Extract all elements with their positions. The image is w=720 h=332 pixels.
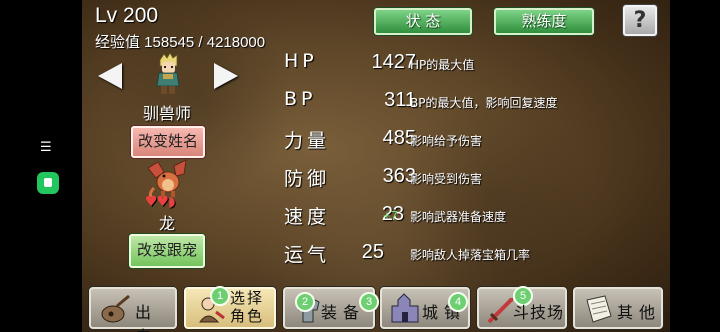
stat-value: 1427 — [371, 51, 417, 73]
lute-icon — [101, 294, 130, 323]
stat-bonus: +7 — [383, 208, 398, 223]
stat-description: 影响受到伤害 — [410, 172, 483, 186]
tab-proficiency[interactable]: 熟练度 — [494, 8, 594, 35]
select-label: 选择 角色 — [230, 289, 264, 325]
stat-row-hp: HP 1427 HP的最大值 — [284, 50, 664, 80]
badge-3: 3 — [359, 292, 379, 312]
app-switch-icon[interactable] — [37, 172, 59, 194]
arena-label: 斗技场 — [513, 303, 565, 322]
stat-name: HP — [284, 50, 318, 72]
stat-row-strength: 力量 485 影响给予伤害 — [284, 126, 664, 156]
stat-row-luck: 运气 25 影响敌人掉落宝箱几率 — [284, 240, 664, 270]
sortie-button[interactable]: 出击 — [89, 287, 177, 332]
stat-description: 影响给予伤害 — [410, 134, 483, 148]
stat-name: 防御 — [284, 168, 331, 190]
town-button[interactable]: 城镇 4 — [380, 287, 470, 329]
pet-affection-hearts: ♥♥◗ — [145, 194, 176, 210]
badge-1: 1 — [210, 286, 230, 306]
scroll-icon — [586, 295, 612, 323]
other-button[interactable]: 其他 — [573, 287, 663, 329]
exp-label: 经验值 158545 / 4218000 — [95, 34, 266, 51]
stat-description: HP的最大值 — [410, 58, 475, 72]
tab-status[interactable]: 状 态 — [374, 8, 472, 35]
badge-2: 2 — [295, 292, 315, 312]
help-button[interactable]: ? — [623, 5, 657, 36]
system-sidebar: ☰ — [0, 0, 82, 332]
stat-name: BP — [284, 88, 317, 110]
stat-value: 363 — [382, 165, 416, 187]
stat-name: 速度 — [284, 206, 331, 228]
pet-name: 龙 — [158, 214, 175, 233]
sortie-label: 出击 — [135, 303, 158, 332]
hero-sprite — [156, 52, 180, 94]
stat-row-speed: 速度 23 +7 影响武器准备速度 — [284, 202, 664, 232]
next-character-arrow-icon[interactable] — [214, 63, 238, 89]
stat-description: 影响敌人掉落宝箱几率 — [410, 248, 531, 262]
equipment-button[interactable]: 2 装备 3 — [283, 287, 379, 329]
stat-row-defense: 防御 363 影响受到伤害 — [284, 164, 664, 194]
stat-value: 25 — [361, 241, 384, 263]
class-name: 驯兽师 — [142, 104, 191, 123]
select-character-button[interactable]: 1 选择 角色 — [184, 286, 276, 329]
select-label-line2: 角色 — [230, 307, 265, 325]
stat-description: 影响武器准备速度 — [410, 210, 507, 224]
stat-name: 运气 — [284, 244, 331, 266]
change-pet-button[interactable]: 改变跟宠 — [129, 234, 205, 268]
arena-button[interactable]: 5 斗技场 — [477, 286, 567, 329]
stat-value: 485 — [382, 127, 416, 149]
stat-name: 力量 — [284, 130, 331, 152]
select-label-line1: 选择 — [230, 289, 265, 307]
right-black-bar — [670, 0, 720, 332]
stat-row-bp: BP 311 BP的最大值，影响回复速度 — [284, 88, 664, 118]
system-menu-icon[interactable]: ☰ — [40, 141, 52, 154]
level-label: Lv 200 — [95, 4, 159, 27]
rename-button[interactable]: 改变姓名 — [131, 126, 205, 158]
other-label: 其他 — [617, 303, 662, 322]
castle-icon — [391, 293, 419, 323]
stat-value: 311 — [384, 89, 416, 111]
previous-character-arrow-icon[interactable] — [98, 63, 122, 89]
badge-4: 4 — [448, 292, 468, 312]
stat-description: BP的最大值，影响回复速度 — [410, 96, 558, 110]
